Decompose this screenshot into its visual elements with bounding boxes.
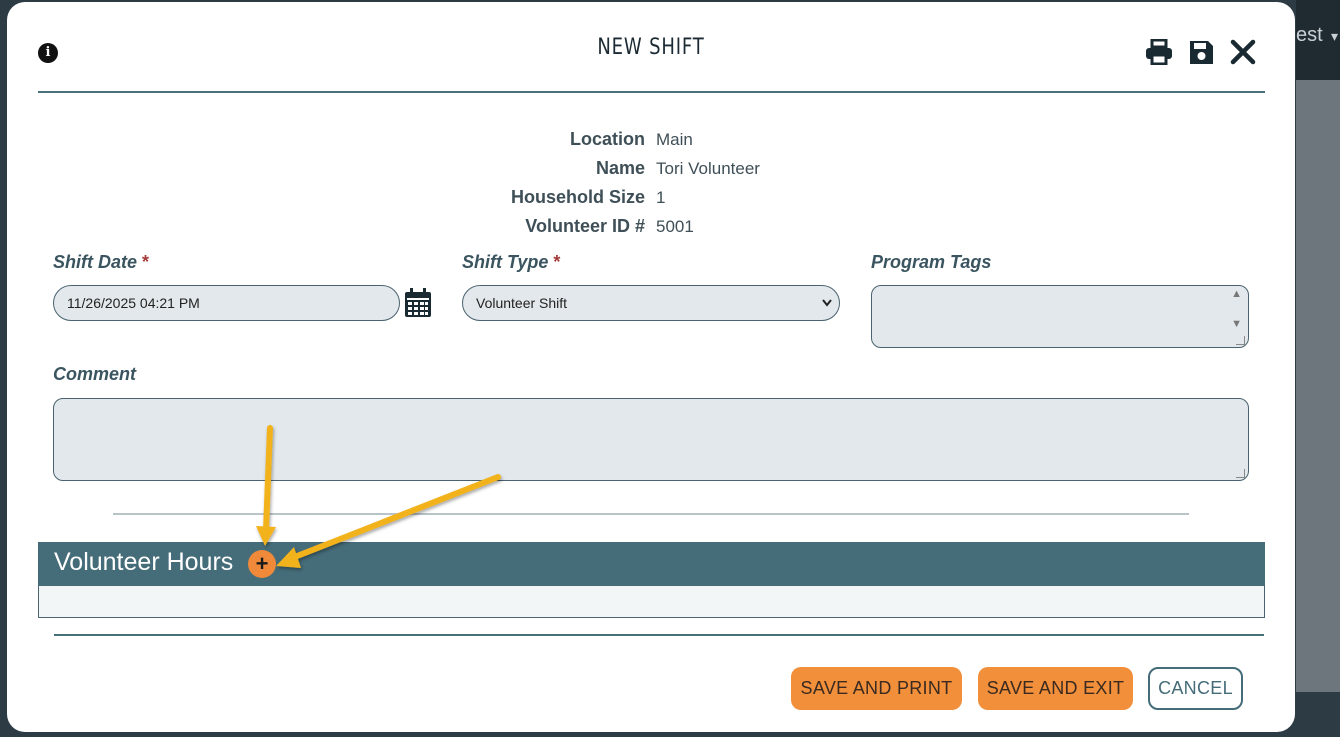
annotation-arrows	[256, 425, 501, 568]
annotation-arrow-vertical	[256, 425, 276, 546]
annotation-arrow-diagonal	[276, 474, 501, 568]
